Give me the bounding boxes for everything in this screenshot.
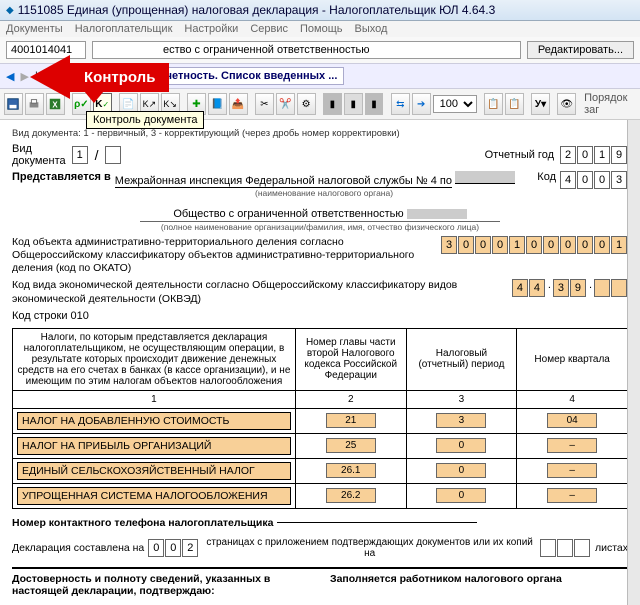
- kod-label: Код: [537, 171, 556, 183]
- tool-icon-2[interactable]: ⚙: [297, 93, 316, 115]
- vid-value[interactable]: 1: [72, 146, 88, 164]
- ooo-note: (полное наименование организации/фамилия…: [12, 222, 628, 232]
- menu-taxpayer[interactable]: Налогоплательщик: [75, 23, 173, 35]
- tool-icon-1[interactable]: ✂️: [276, 93, 295, 115]
- okved-label: Код вида экономической деятельности согл…: [12, 279, 506, 305]
- menu-service[interactable]: Сервис: [250, 23, 288, 35]
- ooo-line: Общество с ограниченной ответственностью: [140, 208, 500, 222]
- menu-help[interactable]: Помощь: [300, 23, 343, 35]
- table-row: НАЛОГ НА ПРИБЫЛЬ ОРГАНИЗАЦИЙ 25 0 –: [13, 433, 628, 458]
- swap-icon[interactable]: ⇆: [391, 93, 410, 115]
- okato-label: Код объекта административно-территориаль…: [12, 236, 435, 275]
- window-title: 1151085 Единая (упрощенная) налоговая де…: [18, 3, 496, 17]
- zoom-select[interactable]: 100%: [433, 95, 477, 113]
- title-bar: ◆ 1151085 Единая (упрощенная) налоговая …: [0, 0, 640, 21]
- year-label: Отчетный год: [485, 149, 554, 161]
- th-1: Налоги, по которым представляется деклар…: [13, 328, 296, 390]
- menu-documents[interactable]: Документы: [6, 23, 63, 35]
- page-next-icon[interactable]: ▮: [365, 93, 384, 115]
- foot-left: Достоверность и полноту сведений, указан…: [12, 573, 310, 597]
- table-row: УПРОЩЕННАЯ СИСТЕМА НАЛОГООБЛОЖЕНИЯ 26.2 …: [13, 483, 628, 508]
- attach-sheets[interactable]: [540, 539, 591, 557]
- sheets-label: листах: [595, 542, 628, 554]
- present-label: Представляется в: [12, 171, 111, 183]
- year-cells[interactable]: 2019: [560, 146, 628, 164]
- control-tooltip: Контроль документа: [86, 111, 204, 129]
- org-name-field[interactable]: xxxxxxxxxxxxество с ограниченной ответст…: [92, 41, 521, 59]
- doc-blue-icon[interactable]: 📘: [208, 93, 227, 115]
- menu-settings[interactable]: Настройки: [184, 23, 238, 35]
- foot-right: Заполняется работником налогового органа: [330, 573, 628, 597]
- nav-fwd-icon[interactable]: ▶: [20, 70, 28, 83]
- scrollbar[interactable]: [627, 120, 640, 605]
- doc-export-icon[interactable]: 📤: [229, 93, 248, 115]
- okved-cells[interactable]: 44.39.: [512, 279, 628, 297]
- phone-label: Номер контактного телефона налогоплатель…: [12, 517, 273, 529]
- vid-label: Вид документа: [12, 143, 66, 167]
- okato-cells[interactable]: 30001000001: [441, 236, 628, 254]
- u-icon[interactable]: У▾: [531, 93, 550, 115]
- scissors-icon[interactable]: ✂: [255, 93, 274, 115]
- control-callout: Контроль: [70, 63, 169, 92]
- edit-button[interactable]: Редактировать...: [527, 41, 634, 59]
- phone-value[interactable]: [277, 522, 477, 523]
- nav-back-icon[interactable]: ◀: [6, 70, 14, 83]
- table-row: НАЛОГ НА ДОБАВЛЕННУЮ СТОИМОСТЬ 21 3 04: [13, 408, 628, 433]
- document-area: Вид документа: 1 - первичный, 3 - коррек…: [0, 120, 640, 605]
- table-row: ЕДИНЫЙ СЕЛЬСКОХОЗЯЙСТВЕННЫЙ НАЛОГ 26.1 0…: [13, 458, 628, 483]
- kod-cells[interactable]: 4003: [560, 171, 628, 189]
- th-3: Налоговый (отчетный) период: [406, 328, 517, 390]
- present-note: (наименование налогового органа): [115, 188, 534, 198]
- toolbar-trail: Порядок заг: [584, 92, 636, 116]
- app-icon: ◆: [6, 5, 14, 16]
- page-mid-icon[interactable]: ▮: [344, 93, 363, 115]
- decl-pages[interactable]: 002: [148, 539, 199, 557]
- arrow-right-icon[interactable]: ➔: [412, 93, 431, 115]
- form-a-icon[interactable]: 📋: [484, 93, 503, 115]
- page-prev-icon[interactable]: ▮: [323, 93, 342, 115]
- decl-label: Декларация составлена на: [12, 542, 144, 554]
- callout-text: Контроль: [70, 63, 169, 92]
- menu-exit[interactable]: Выход: [355, 23, 388, 35]
- eye-icon[interactable]: 👁: [557, 93, 576, 115]
- line-010: Код строки 010: [12, 310, 628, 322]
- svg-text:X: X: [53, 101, 59, 110]
- present-value: Межрайонная инспекция Федеральной налого…: [115, 175, 452, 188]
- menu-bar: Документы Налогоплательщик Настройки Сер…: [0, 21, 640, 37]
- form-b-icon[interactable]: 📋: [505, 93, 524, 115]
- taxes-table: Налоги, по которым представляется деклар…: [12, 328, 628, 509]
- org-row: xxxxxxxxxxxxество с ограниченной ответст…: [0, 37, 640, 63]
- vid-note: Вид документа: 1 - первичный, 3 - коррек…: [12, 128, 628, 139]
- save-icon[interactable]: [4, 93, 23, 115]
- attach-label: страницах с приложением подтверждающих д…: [203, 537, 536, 559]
- vid-corr[interactable]: [105, 146, 121, 164]
- th-2: Номер главы части второй Налогового коде…: [295, 328, 406, 390]
- th-4: Номер квартала: [517, 328, 628, 390]
